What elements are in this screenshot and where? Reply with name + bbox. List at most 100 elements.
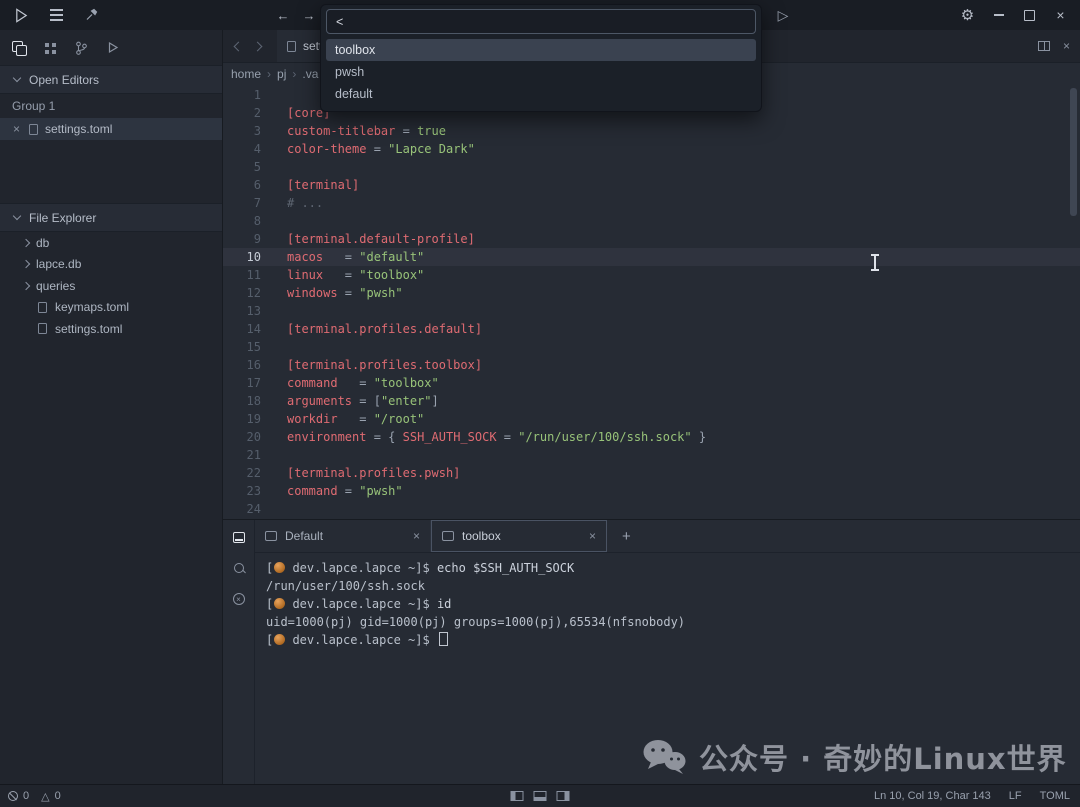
code-line[interactable]: 8 — [223, 212, 1080, 230]
close-editor-icon[interactable]: × — [1063, 39, 1070, 53]
run-icon[interactable]: ▷ — [772, 7, 794, 24]
file-explorer-icon[interactable] — [10, 39, 28, 57]
nav-forward-icon[interactable]: → — [298, 4, 320, 26]
code-editor[interactable]: 12[core]3custom-titlebar = true4color-th… — [223, 85, 1080, 519]
panel-icon-strip: × — [223, 520, 255, 785]
code-line[interactable]: 10macos = "default" — [223, 248, 1080, 266]
open-editors-label: Open Editors — [29, 73, 99, 87]
code-line-text: [terminal.profiles.pwsh] — [261, 464, 460, 482]
activity-bar — [0, 30, 222, 65]
file-icon — [38, 323, 47, 334]
settings-gear-icon[interactable]: ⚙ — [954, 4, 981, 26]
code-line[interactable]: 13 — [223, 302, 1080, 320]
errors-indicator[interactable]: 0 — [8, 790, 29, 802]
tree-item-lapce.db[interactable]: lapce.db — [0, 254, 222, 276]
tool-icon[interactable] — [80, 4, 102, 26]
terminal-output: uid=1000(pj) gid=1000(pj) groups=1000(pj… — [266, 615, 685, 629]
palette-item-default[interactable]: default — [326, 83, 756, 105]
code-line[interactable]: 12windows = "pwsh" — [223, 284, 1080, 302]
breadcrumb-item[interactable]: .va — [302, 67, 318, 81]
code-line[interactable]: 7# ... — [223, 194, 1080, 212]
editor-forward-icon[interactable] — [254, 39, 261, 53]
watermark-text: 公众号 · 奇妙的Linux世界 — [699, 736, 1067, 778]
code-line[interactable]: 19workdir = "/root" — [223, 410, 1080, 428]
toggle-bottom-panel-icon[interactable] — [534, 791, 547, 801]
code-line[interactable]: 5 — [223, 158, 1080, 176]
toolbox-emoji-icon — [274, 598, 285, 609]
close-terminal-icon[interactable]: × — [589, 529, 596, 543]
code-line-text — [261, 500, 287, 518]
terminal-tab-Default[interactable]: Default× — [255, 520, 431, 552]
nav-back-icon[interactable]: ← — [272, 4, 294, 26]
code-line[interactable]: 14[terminal.profiles.default] — [223, 320, 1080, 338]
line-number: 24 — [223, 500, 261, 518]
palette-input[interactable]: < — [326, 9, 756, 34]
palette-item-toolbox[interactable]: toolbox — [326, 39, 756, 61]
tree-item-label: settings.toml — [55, 322, 122, 336]
open-editor-item[interactable]: ×settings.toml — [0, 118, 222, 140]
code-line-text: arguments = ["enter"] — [261, 392, 439, 410]
code-line[interactable]: 22[terminal.profiles.pwsh] — [223, 464, 1080, 482]
file-explorer-section[interactable]: File Explorer — [0, 203, 222, 232]
code-line[interactable]: 23command = "pwsh" — [223, 482, 1080, 500]
close-file-icon[interactable]: × — [13, 122, 22, 136]
tree-item-keymaps.toml[interactable]: keymaps.toml — [0, 297, 222, 319]
debug-icon[interactable] — [103, 39, 121, 57]
code-line-text: [terminal.profiles.toolbox] — [261, 356, 482, 374]
code-line[interactable]: 16[terminal.profiles.toolbox] — [223, 356, 1080, 374]
code-line[interactable]: 3custom-titlebar = true — [223, 122, 1080, 140]
line-number: 20 — [223, 428, 261, 446]
code-line[interactable]: 4color-theme = "Lapce Dark" — [223, 140, 1080, 158]
code-line[interactable]: 20environment = { SSH_AUTH_SOCK = "/run/… — [223, 428, 1080, 446]
tree-item-queries[interactable]: queries — [0, 275, 222, 297]
menu-icon[interactable] — [45, 4, 67, 26]
tree-item-label: db — [36, 236, 49, 250]
statusbar: 0 △ 0 Ln 10, Col 19, Char 143 LF TOML — [0, 784, 1080, 807]
file-icon — [29, 124, 38, 135]
toggle-right-panel-icon[interactable] — [557, 791, 570, 801]
chevron-down-icon — [13, 212, 21, 220]
line-number: 16 — [223, 356, 261, 374]
problems-icon[interactable]: × — [231, 591, 247, 607]
split-editor-icon[interactable] — [1038, 41, 1050, 51]
maximize-button[interactable] — [1016, 4, 1043, 26]
plugins-icon[interactable] — [41, 39, 59, 57]
terminal-panel-icon[interactable] — [231, 529, 247, 545]
code-line[interactable]: 17command = "toolbox" — [223, 374, 1080, 392]
code-line[interactable]: 6[terminal] — [223, 176, 1080, 194]
source-control-icon[interactable] — [72, 39, 90, 57]
code-line[interactable]: 21 — [223, 446, 1080, 464]
language-mode[interactable]: TOML — [1040, 790, 1070, 802]
code-line[interactable]: 18arguments = ["enter"] — [223, 392, 1080, 410]
close-window-button[interactable]: × — [1047, 4, 1074, 26]
breadcrumb-item[interactable]: pj — [277, 67, 286, 81]
open-editors-section[interactable]: Open Editors — [0, 65, 222, 94]
code-line[interactable]: 9[terminal.default-profile] — [223, 230, 1080, 248]
code-line-text: command = "pwsh" — [261, 482, 403, 500]
breadcrumb-item[interactable]: home — [231, 67, 261, 81]
terminal-tab-label: toolbox — [462, 529, 581, 543]
tree-item-db[interactable]: db — [0, 232, 222, 254]
search-icon[interactable] — [231, 560, 247, 576]
cursor-position[interactable]: Ln 10, Col 19, Char 143 — [874, 790, 991, 802]
warnings-indicator[interactable]: △ 0 — [41, 790, 61, 803]
new-terminal-button[interactable]: + — [607, 520, 646, 552]
palette-item-pwsh[interactable]: pwsh — [326, 61, 756, 83]
code-line[interactable]: 11linux = "toolbox" — [223, 266, 1080, 284]
terminal-tab-toolbox[interactable]: toolbox × — [431, 520, 607, 552]
open-editors-list: ×settings.toml — [0, 118, 222, 140]
minimize-button[interactable] — [985, 4, 1012, 26]
line-number: 6 — [223, 176, 261, 194]
tree-item-settings.toml[interactable]: settings.toml — [0, 318, 222, 340]
terminal-command: echo $SSH_AUTH_SOCK — [437, 561, 574, 575]
code-line[interactable]: 15 — [223, 338, 1080, 356]
code-line[interactable]: 24 — [223, 500, 1080, 518]
line-ending-indicator[interactable]: LF — [1009, 790, 1022, 802]
code-line-text — [261, 302, 287, 320]
editor-scrollbar[interactable] — [1070, 88, 1077, 216]
breadcrumb-separator: › — [267, 67, 271, 81]
toggle-left-panel-icon[interactable] — [511, 791, 524, 801]
editor-back-icon[interactable] — [235, 39, 242, 53]
terminal-output: /run/user/100/ssh.sock — [266, 579, 425, 593]
close-terminal-icon[interactable]: × — [413, 529, 420, 543]
